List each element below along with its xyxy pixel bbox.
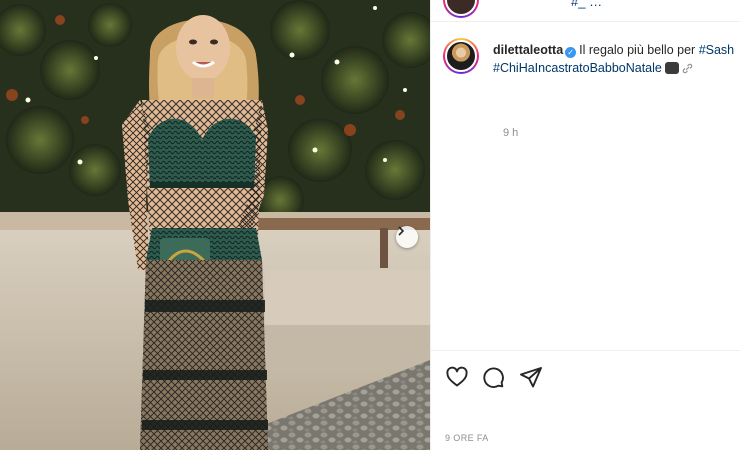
caption-comment: dilettaleotta ✓ Il regalo più bello per #S…: [443, 38, 740, 139]
photo-illustration: [0, 0, 430, 450]
chevron-right-icon: [398, 226, 405, 236]
heart-icon[interactable]: [445, 365, 469, 389]
clapper-board-emoji: [664, 62, 679, 74]
header-strip: #_ …: [431, 0, 740, 22]
caption-line: dilettaleotta ✓ Il regalo più bello per #S…: [493, 41, 740, 77]
hashtag-link[interactable]: #Sash: [699, 43, 734, 57]
comment-bubble-icon[interactable]: [481, 365, 505, 389]
post-photo[interactable]: [0, 0, 430, 450]
header-partial-link[interactable]: #_ …: [571, 0, 602, 9]
paper-plane-icon[interactable]: [519, 365, 543, 389]
author-username[interactable]: dilettaleotta: [493, 43, 563, 57]
carousel-next-button[interactable]: [396, 226, 418, 248]
post-date[interactable]: 9 ORE FA: [445, 433, 489, 443]
caption-text: Il regalo più bello per: [579, 43, 699, 57]
link-icon: [682, 63, 693, 74]
header-avatar[interactable]: [443, 0, 479, 18]
author-avatar[interactable]: [443, 38, 479, 74]
caption-time-ago: 9 h: [503, 127, 519, 139]
action-bar: [431, 350, 740, 402]
hashtag-link[interactable]: #ChiHaIncastratoBabboNatale: [493, 61, 662, 75]
post-side-panel: #_ … dilettaleotta ✓ Il regalo più bello p…: [430, 0, 740, 450]
verified-badge-icon: ✓: [565, 47, 577, 58]
